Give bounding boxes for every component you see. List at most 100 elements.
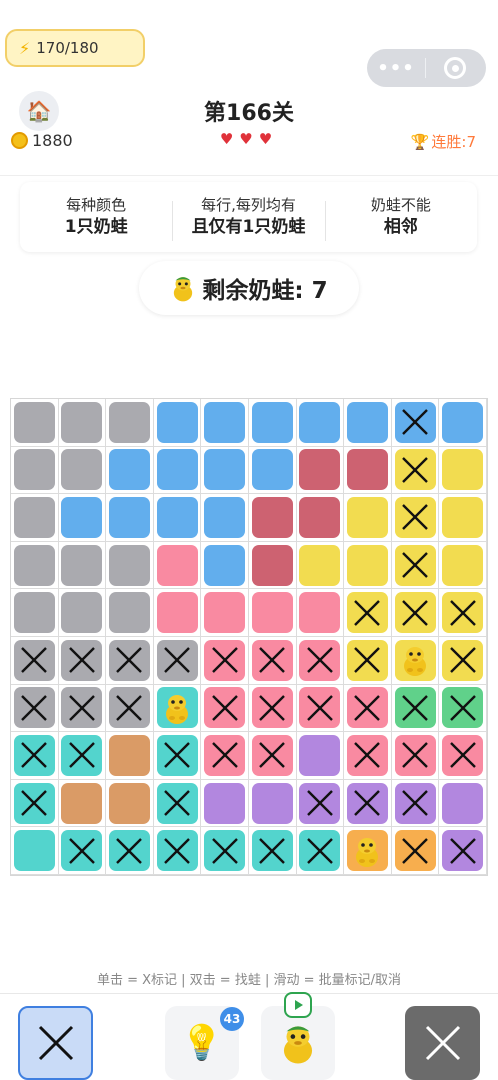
board-cell[interactable] (58, 494, 107, 542)
board-cell[interactable] (11, 636, 59, 685)
board-cell[interactable] (153, 779, 202, 828)
board-cell[interactable] (296, 732, 345, 780)
board-cell[interactable] (344, 494, 392, 542)
board-cell[interactable] (248, 779, 297, 828)
board-cell[interactable] (153, 827, 202, 875)
board-cell[interactable] (391, 732, 440, 780)
board-cell[interactable] (344, 684, 392, 733)
board-cell[interactable] (201, 399, 249, 447)
board-cell[interactable] (391, 399, 440, 447)
board-cell[interactable] (201, 494, 249, 542)
board-cell[interactable] (296, 827, 345, 875)
board-cell[interactable] (11, 446, 59, 495)
board-cell[interactable] (296, 541, 345, 590)
board-cell[interactable] (153, 541, 202, 590)
board-cell[interactable] (11, 494, 59, 542)
board-cell[interactable] (58, 779, 107, 828)
more-menu-icon[interactable]: ••• (367, 58, 425, 79)
board-cell[interactable] (296, 446, 345, 495)
board-cell[interactable] (11, 779, 59, 828)
board-cell[interactable] (439, 589, 487, 637)
board-cell[interactable] (153, 636, 202, 685)
board-cell[interactable] (201, 684, 249, 733)
board-cell[interactable] (106, 446, 154, 495)
board-cell[interactable] (439, 827, 487, 875)
board-cell[interactable] (439, 494, 487, 542)
board-cell[interactable] (58, 399, 107, 447)
board-cell[interactable] (106, 494, 154, 542)
board-cell[interactable] (11, 589, 59, 637)
board-cell[interactable] (11, 732, 59, 780)
board-cell[interactable] (106, 541, 154, 590)
board-cell[interactable] (439, 446, 487, 495)
board-cell[interactable] (296, 636, 345, 685)
board-cell[interactable] (106, 827, 154, 875)
board-cell[interactable] (248, 636, 297, 685)
board-cell[interactable] (296, 779, 345, 828)
board-cell[interactable] (439, 541, 487, 590)
board-cell[interactable] (106, 589, 154, 637)
clear-button[interactable] (405, 1006, 480, 1080)
board-cell[interactable] (58, 636, 107, 685)
board-cell[interactable] (201, 827, 249, 875)
board-cell[interactable] (248, 684, 297, 733)
board-cell[interactable] (391, 541, 440, 590)
board-cell[interactable] (106, 399, 154, 447)
board-cell[interactable] (344, 399, 392, 447)
board-cell[interactable] (439, 779, 487, 828)
board-cell[interactable] (201, 732, 249, 780)
board-cell[interactable] (106, 732, 154, 780)
board-cell[interactable] (201, 636, 249, 685)
close-program-button[interactable] (426, 57, 484, 79)
board-cell[interactable] (296, 684, 345, 733)
board-cell[interactable] (58, 827, 107, 875)
board-cell[interactable] (248, 827, 297, 875)
board-cell[interactable] (344, 636, 392, 685)
board-cell[interactable] (153, 399, 202, 447)
board-cell[interactable] (201, 446, 249, 495)
board-cell[interactable] (248, 541, 297, 590)
board-cell[interactable] (58, 589, 107, 637)
board-cell[interactable] (248, 732, 297, 780)
board-cell[interactable] (248, 589, 297, 637)
board-cell[interactable] (11, 827, 59, 875)
board-cell[interactable] (344, 827, 392, 875)
board-cell[interactable] (58, 541, 107, 590)
board-cell[interactable] (58, 446, 107, 495)
board-cell[interactable] (391, 589, 440, 637)
board-cell[interactable] (248, 446, 297, 495)
board-cell[interactable] (439, 399, 487, 447)
board-cell[interactable] (296, 589, 345, 637)
board-cell[interactable] (439, 636, 487, 685)
board-cell[interactable] (153, 684, 202, 733)
board-cell[interactable] (153, 494, 202, 542)
board-cell[interactable] (391, 494, 440, 542)
board-cell[interactable] (248, 399, 297, 447)
board-cell[interactable] (153, 732, 202, 780)
x-mark-mode-button[interactable] (18, 1006, 93, 1080)
board-cell[interactable] (344, 732, 392, 780)
board-cell[interactable] (11, 541, 59, 590)
board-cell[interactable] (11, 684, 59, 733)
board-cell[interactable] (296, 399, 345, 447)
board-cell[interactable] (344, 541, 392, 590)
board-cell[interactable] (296, 494, 345, 542)
board-cell[interactable] (391, 779, 440, 828)
board-cell[interactable] (106, 779, 154, 828)
board-cell[interactable] (153, 446, 202, 495)
board-cell[interactable] (391, 446, 440, 495)
board-cell[interactable] (439, 684, 487, 733)
board-cell[interactable] (391, 827, 440, 875)
board-cell[interactable] (344, 779, 392, 828)
board-cell[interactable] (106, 684, 154, 733)
board-cell[interactable] (58, 684, 107, 733)
board-cell[interactable] (391, 636, 440, 685)
board-cell[interactable] (391, 684, 440, 733)
board-cell[interactable] (11, 399, 59, 447)
board-cell[interactable] (201, 541, 249, 590)
board-cell[interactable] (58, 732, 107, 780)
video-ad-icon[interactable] (284, 992, 312, 1018)
board-cell[interactable] (201, 589, 249, 637)
board-cell[interactable] (153, 589, 202, 637)
board-cell[interactable] (439, 732, 487, 780)
